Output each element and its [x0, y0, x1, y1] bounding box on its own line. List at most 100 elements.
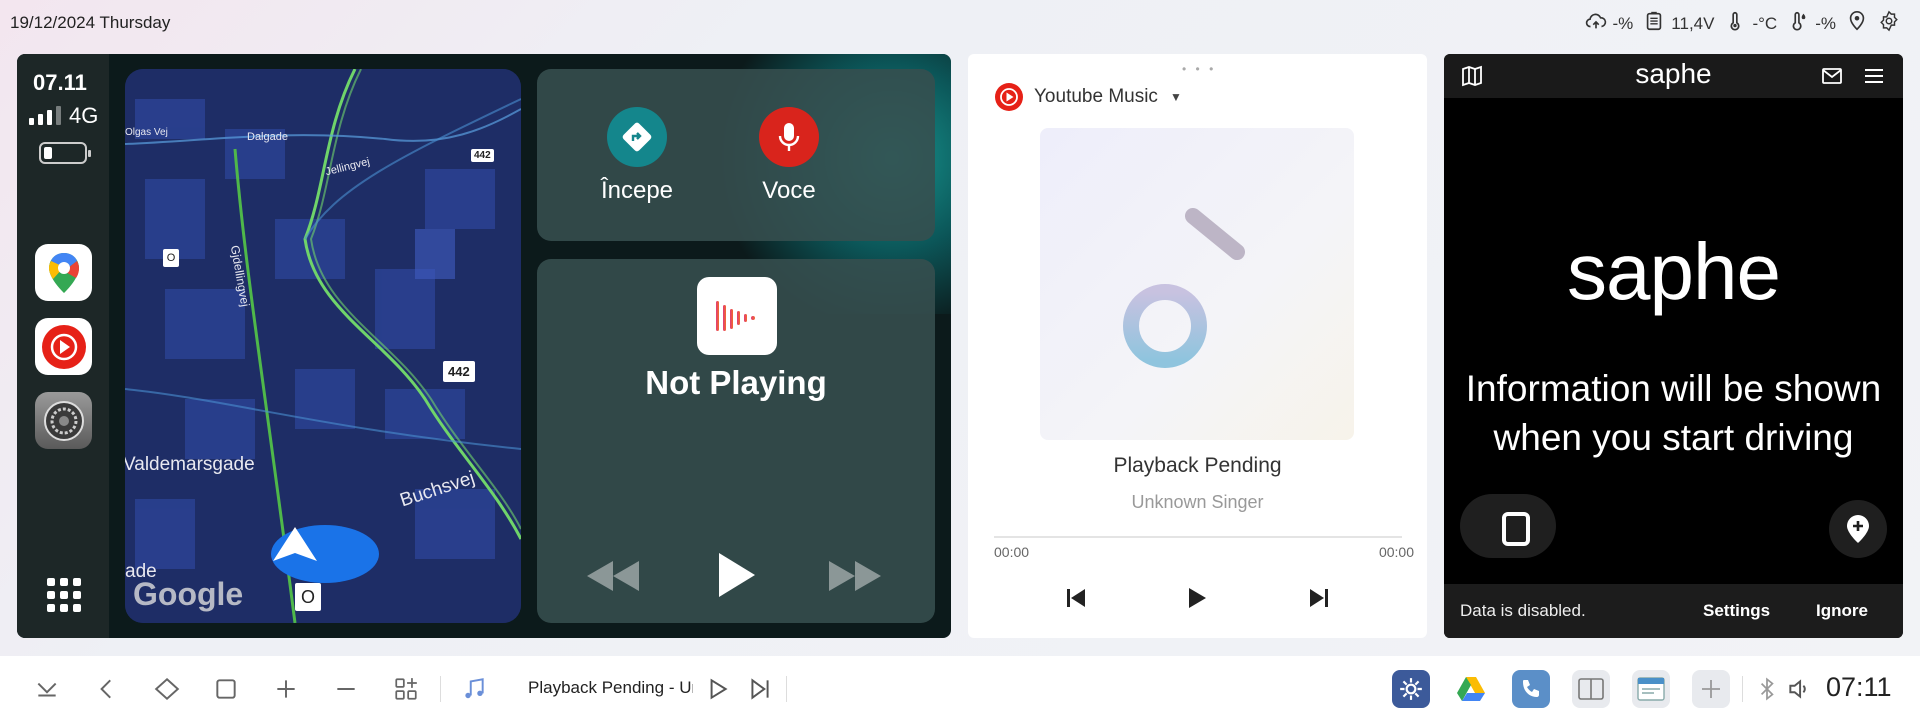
youtube-music-widget: • • • Youtube Music ▼ Playback Pending U… [968, 54, 1427, 638]
saphe-device-toggle[interactable] [1460, 494, 1556, 558]
voltage-status: 11,4V [1643, 10, 1714, 37]
progress-bar[interactable] [994, 536, 1402, 538]
menu-icon[interactable] [1862, 64, 1886, 93]
humidity-value: -% [1815, 13, 1836, 33]
recents-icon[interactable] [211, 674, 241, 704]
youtube-music-app-icon[interactable] [35, 318, 92, 375]
carplay-sidebar: 07.11 4G [17, 54, 109, 638]
drag-handle-icon[interactable]: • • • [1182, 62, 1216, 76]
music-source-selector[interactable]: Youtube Music ▼ [994, 82, 1182, 112]
saphe-widget: saphe saphe Information will be shown wh… [1444, 54, 1903, 638]
home-icon[interactable] [152, 674, 182, 704]
time-total: 00:00 [1378, 544, 1414, 560]
fast-forward-button[interactable] [827, 559, 883, 598]
speaker-icon[interactable] [1784, 674, 1814, 704]
location-status[interactable] [1846, 10, 1868, 37]
now-playing-card: Not Playing [537, 259, 935, 623]
google-maps-app-icon[interactable] [35, 244, 92, 301]
dropdown-caret-icon: ▼ [1169, 90, 1182, 104]
widget-panel-icon[interactable] [1632, 670, 1670, 708]
saphe-ignore-button[interactable]: Ignore [1816, 601, 1868, 621]
car-battery-icon [1643, 10, 1665, 37]
date-label: 19/12/2024 Thursday [10, 13, 171, 32]
mail-icon[interactable] [1820, 64, 1844, 93]
ytm-play-button[interactable] [1179, 580, 1215, 616]
next-button[interactable] [1301, 580, 1337, 616]
app-drawer-icon[interactable] [391, 674, 421, 704]
saphe-header: saphe [1444, 54, 1903, 98]
volume-up-icon[interactable] [271, 674, 301, 704]
youtube-music-icon [995, 83, 1023, 111]
volume-down-icon[interactable] [331, 674, 361, 704]
dock-clock: 07:11 [1826, 672, 1892, 702]
back-icon[interactable] [92, 674, 122, 704]
phone-app-icon[interactable] [1512, 670, 1550, 708]
skip-next-icon [1310, 589, 1328, 607]
voice-button[interactable]: Voce [729, 107, 849, 205]
dock-song-title[interactable]: Playback Pending - Unknown Singer [528, 678, 693, 698]
saphe-message-line1: Information will be shown [1465, 368, 1882, 409]
battery-icon [39, 142, 91, 164]
voice-label: Voce [762, 177, 816, 204]
gear-icon[interactable] [1878, 10, 1900, 37]
cloud-value: -% [1612, 13, 1634, 33]
settings-status[interactable] [1878, 10, 1900, 37]
track-title: Playback Pending [1113, 454, 1282, 477]
album-art [1040, 128, 1354, 440]
bottom-dock: Playback Pending - Unknown Singer 07:11 [0, 656, 1920, 720]
saphe-logo: saphe [1567, 227, 1781, 316]
add-location-pin-icon [1847, 515, 1869, 543]
music-note-icon [1123, 208, 1245, 368]
saphe-data-bar: Data is disabled. Settings Ignore [1444, 584, 1903, 638]
thermometer-icon [1724, 10, 1746, 37]
voltage-value: 11,4V [1671, 13, 1715, 33]
humidity-status: -% [1787, 10, 1836, 37]
status-bar: 19/12/2024 Thursday -% 11,4V -°C -% [0, 0, 1920, 44]
music-source-label: Youtube Music [1034, 86, 1158, 107]
temperature-value: -°C [1752, 13, 1778, 33]
status-indicators: -% 11,4V -°C -% [1585, 10, 1900, 37]
saphe-message: Information will be shown when you start… [1444, 364, 1903, 462]
time-current: 00:00 [994, 544, 1030, 560]
add-location-button[interactable] [1829, 500, 1887, 558]
map-view[interactable]: Dalgade Jellingvej Gjdellingvej Valdemar… [125, 69, 521, 623]
divider [1742, 676, 1743, 702]
rewind-button[interactable] [585, 559, 641, 598]
divider [786, 676, 787, 702]
street-label: Olgas Vej [125, 127, 168, 138]
device-icon [1502, 512, 1530, 546]
carplay-panel: 07.11 4G Dalgade Jellingvej Gjdellingvej… [17, 54, 951, 638]
music-note-icon[interactable] [459, 674, 489, 704]
map-marker: O [295, 583, 321, 611]
network-type: 4G [69, 103, 99, 128]
add-app-icon[interactable] [1692, 670, 1730, 708]
saphe-message-line2: when you start driving [1493, 417, 1854, 458]
microphone-icon [759, 107, 819, 167]
google-logo: Google [133, 576, 244, 612]
cloud-status: -% [1585, 10, 1634, 37]
now-playing-title: Not Playing [645, 364, 827, 401]
collapse-down-icon[interactable] [32, 674, 62, 704]
saphe-settings-button[interactable]: Settings [1703, 601, 1770, 621]
previous-button[interactable] [1058, 580, 1094, 616]
settings-app-icon[interactable] [35, 392, 92, 449]
carplay-time: 07.11 [33, 70, 87, 95]
google-drive-icon[interactable] [1452, 670, 1490, 708]
road-number-badge: 442 [443, 361, 475, 382]
map-marker: O [163, 249, 179, 267]
temperature-status: -°C [1724, 10, 1777, 37]
podcast-app-icon[interactable] [697, 277, 777, 355]
skip-previous-icon [1067, 589, 1085, 607]
settings-shortcut-icon[interactable] [1392, 670, 1430, 708]
play-button[interactable] [715, 551, 757, 604]
start-navigation-button[interactable]: Începe [577, 107, 697, 205]
dock-next-icon[interactable] [745, 674, 775, 704]
split-screen-icon[interactable] [1572, 670, 1610, 708]
dock-play-icon[interactable] [702, 674, 732, 704]
track-artist: Unknown Singer [1131, 492, 1264, 512]
street-label: Dalgade [247, 131, 288, 143]
location-pin-icon[interactable] [1846, 10, 1868, 37]
start-label: Începe [600, 177, 674, 204]
app-grid-icon[interactable] [47, 578, 81, 612]
bluetooth-icon[interactable] [1752, 674, 1782, 704]
